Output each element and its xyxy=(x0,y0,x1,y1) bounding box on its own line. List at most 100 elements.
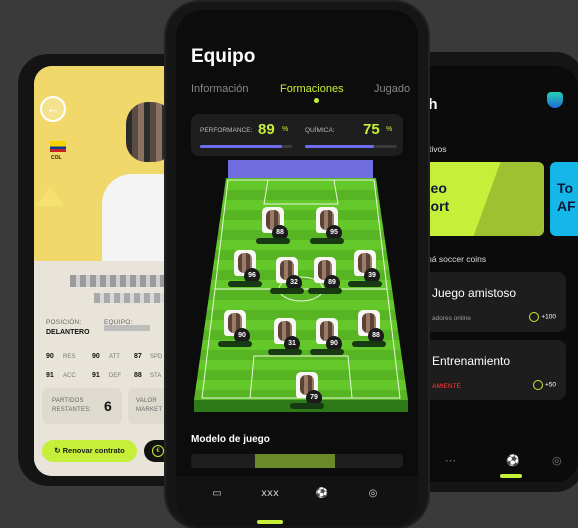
bottom-nav: ⋯ ⚽ ◎ xyxy=(420,446,570,478)
stat-value: 91 xyxy=(46,372,54,379)
game-model-selector[interactable] xyxy=(191,454,403,468)
player-card[interactable]: 96 xyxy=(228,250,262,288)
tab-information[interactable]: Información xyxy=(191,83,248,95)
matches-value: 6 xyxy=(104,398,112,414)
matches-label-2: RESTANTES: xyxy=(52,407,92,413)
stat-label: ACC xyxy=(63,373,76,379)
team-metrics: PERFORMANCE: 89 % QUÍMICA: 75 % xyxy=(191,114,403,156)
stat-value: 88 xyxy=(134,372,142,379)
star-decoration-icon xyxy=(36,186,64,206)
training-card[interactable]: Entrenamiento AMIENTE +50 xyxy=(420,340,566,400)
player-card[interactable]: 89 xyxy=(308,257,342,295)
matches-label: PARTIDOS xyxy=(52,398,84,404)
coins-section-title: umá soccer coins xyxy=(420,254,487,264)
activity-subtitle: AMIENTE xyxy=(432,383,461,390)
bottom-nav: ▭ ⅹⅹⅹ ⚽ ◎ xyxy=(176,476,418,526)
team-value-blurred xyxy=(104,325,150,331)
goalkeeper-card[interactable]: 79 xyxy=(290,372,324,410)
banner2-title: To xyxy=(557,180,574,196)
game-model-title: Modelo de juego xyxy=(191,434,270,445)
chemistry-label: QUÍMICA: xyxy=(305,127,335,134)
tab-players[interactable]: Jugado xyxy=(374,83,410,95)
player-name-blurred xyxy=(70,275,165,287)
stat-value: 90 xyxy=(46,353,54,360)
ball-icon[interactable]: ⚽ xyxy=(311,488,333,504)
performance-bar xyxy=(200,145,292,148)
activity-subtitle: adores online xyxy=(432,315,472,322)
player-name xyxy=(270,288,304,294)
player-name xyxy=(228,281,262,287)
formation-icon[interactable]: ⋯ xyxy=(445,454,456,467)
chemistry-bar xyxy=(305,145,397,148)
position-label: POSICIÓN: xyxy=(46,319,82,326)
back-arrow-icon[interactable]: ← xyxy=(40,96,66,122)
player-name xyxy=(218,341,252,347)
player-name xyxy=(310,349,344,355)
value-label-2: MARKET xyxy=(136,407,163,413)
coin-icon[interactable]: ◎ xyxy=(552,454,562,467)
selected-model[interactable] xyxy=(255,454,335,468)
friendly-match-card[interactable]: Juego amistoso adores online +100 xyxy=(420,272,566,332)
active-tab-indicator xyxy=(500,474,522,478)
player-card[interactable]: 32 xyxy=(270,257,304,295)
player-name xyxy=(256,238,290,244)
player-name xyxy=(268,349,302,355)
player-name xyxy=(348,281,382,287)
coin-icon xyxy=(529,312,540,322)
reward-amount: +50 xyxy=(544,381,556,389)
stat-label: SPD xyxy=(150,354,163,360)
player-name xyxy=(310,238,344,244)
stat-label: ATT xyxy=(109,354,120,360)
player-card[interactable]: 39 xyxy=(348,250,382,288)
ball-icon[interactable]: ⚽ xyxy=(506,454,520,467)
stat-label: STA xyxy=(150,373,162,379)
activity-reward: +50 xyxy=(532,380,556,390)
performance-value: 89 xyxy=(258,121,275,138)
formation-field: 88 95 96 32 89 39 90 31 90 88 79 xyxy=(188,160,408,422)
field-icon[interactable]: ▭ xyxy=(206,488,228,504)
performance-label: PERFORMANCE: xyxy=(200,127,253,134)
player-card[interactable]: 88 xyxy=(352,310,386,348)
player-name xyxy=(308,288,342,294)
player-name xyxy=(352,341,386,347)
chemistry-unit: % xyxy=(386,126,393,133)
activity-title: Entrenamiento xyxy=(432,354,511,368)
value-label: VALOR xyxy=(136,398,157,404)
tournament-banner-2[interactable]: To AF xyxy=(550,162,578,236)
position-value: DELANTERO xyxy=(46,329,90,336)
coin-icon xyxy=(532,380,543,390)
renew-contract-button[interactable]: ↻ Renovar contrato xyxy=(42,440,137,462)
coin-icon: € xyxy=(152,445,164,457)
stat-value: 91 xyxy=(92,372,100,379)
stat-label: RES xyxy=(63,354,76,360)
player-card[interactable]: 90 xyxy=(218,310,252,348)
matches-remaining-box: PARTIDOS RESTANTES: 6 xyxy=(42,388,122,424)
performance-unit: % xyxy=(282,126,289,133)
page-title: Equipo xyxy=(191,46,256,67)
active-tab-indicator xyxy=(257,520,283,524)
team-screen: Equipo Información Formaciones Jugado PE… xyxy=(176,10,418,526)
country-code: COL xyxy=(51,155,62,161)
activity-title: Juego amistoso xyxy=(432,286,517,300)
center-phone: Equipo Información Formaciones Jugado PE… xyxy=(166,2,428,528)
stat-label: DEF xyxy=(109,373,121,379)
chemistry-value: 75 xyxy=(363,121,380,138)
player-card[interactable]: 31 xyxy=(268,318,302,356)
player-card[interactable]: 95 xyxy=(310,207,344,245)
player-card[interactable]: 90 xyxy=(310,318,344,356)
tab-formations[interactable]: Formaciones xyxy=(280,83,344,95)
reward-amount: +100 xyxy=(541,313,556,321)
stat-value: 90 xyxy=(92,353,100,360)
shield-logo-icon xyxy=(547,92,563,108)
tournament-banner[interactable]: neo port xyxy=(420,162,544,236)
active-tab-dot xyxy=(314,98,319,103)
coin-icon[interactable]: ◎ xyxy=(362,488,384,504)
player-surname-blurred xyxy=(94,293,164,303)
stat-value: 87 xyxy=(134,353,142,360)
activity-reward: +100 xyxy=(529,312,556,322)
formation-icon[interactable]: ⅹⅹⅹ xyxy=(259,488,281,504)
renew-contract-label: Renovar contrato xyxy=(62,446,125,455)
player-name xyxy=(290,403,324,409)
colombia-flag-icon xyxy=(50,141,66,152)
player-card[interactable]: 88 xyxy=(256,207,290,245)
